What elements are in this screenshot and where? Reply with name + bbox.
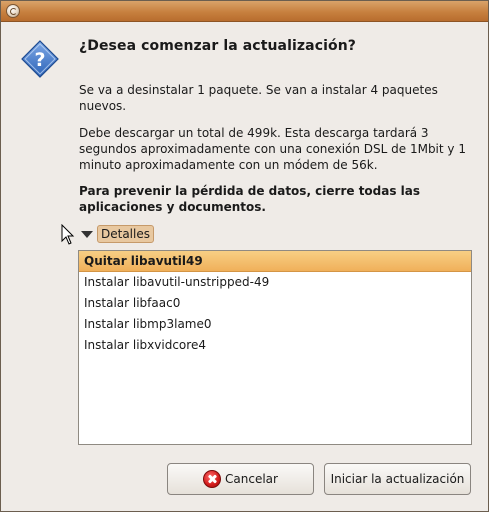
window-menu-icon[interactable]	[6, 4, 20, 18]
cancel-button[interactable]: Cancelar	[167, 463, 314, 495]
list-item[interactable]: Instalar libxvidcore4	[79, 335, 471, 356]
list-item[interactable]: Instalar libfaac0	[79, 293, 471, 314]
update-dialog-window: ? ¿Desea comenzar la actualización? Se v…	[0, 0, 489, 512]
package-changes-list[interactable]: Quitar libavutil49 Instalar libavutil-un…	[78, 250, 472, 445]
list-item[interactable]: Instalar libavutil-unstripped-49	[79, 272, 471, 293]
list-item[interactable]: Instalar libmp3lame0	[79, 314, 471, 335]
warning-text: Para prevenir la pérdida de datos, cierr…	[79, 184, 421, 214]
details-expander[interactable]: Detalles	[81, 225, 154, 243]
start-upgrade-button-label: Iniciar la actualización	[330, 472, 465, 486]
details-expander-label: Detalles	[97, 225, 154, 243]
download-info-text: Debe descargar un total de 499k. Esta de…	[79, 126, 466, 172]
cancel-icon	[203, 470, 222, 488]
question-icon: ?	[21, 40, 59, 78]
cancel-button-label: Cancelar	[225, 472, 278, 486]
list-item[interactable]: Quitar libavutil49	[79, 251, 471, 272]
expander-arrow-icon	[81, 231, 93, 238]
svg-text:?: ?	[34, 49, 45, 71]
start-upgrade-button[interactable]: Iniciar la actualización	[324, 463, 471, 495]
summary-text: Se va a desinstalar 1 paquete. Se van a …	[79, 83, 438, 113]
window-titlebar[interactable]	[1, 1, 488, 22]
dialog-heading: ¿Desea comenzar la actualización?	[79, 38, 356, 54]
mouse-cursor-icon	[61, 224, 75, 245]
